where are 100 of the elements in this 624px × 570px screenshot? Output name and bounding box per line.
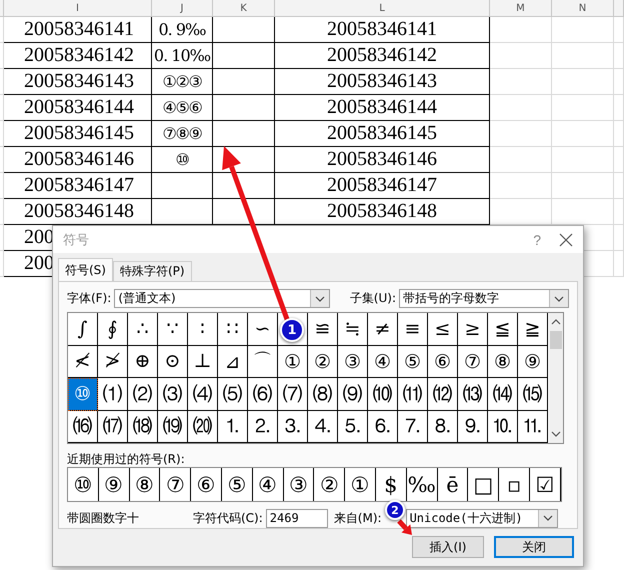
symbol-cell[interactable]: ‰ xyxy=(406,468,438,501)
symbol-cell[interactable]: ∴ xyxy=(128,313,158,346)
table-cell xyxy=(213,173,275,199)
symbol-cell[interactable]: ≤ xyxy=(428,313,458,346)
symbol-cell[interactable]: ⒆ xyxy=(158,410,188,444)
symbol-cell[interactable]: ⑾ xyxy=(398,378,428,411)
symbol-cell[interactable]: ≯ xyxy=(98,346,128,378)
symbol-cell[interactable]: ① xyxy=(345,468,376,501)
dialog-button[interactable]: 插入(I) xyxy=(412,536,484,558)
symbol-cell[interactable]: ⑼ xyxy=(338,378,368,411)
tab[interactable]: 符号(S) xyxy=(58,258,113,281)
symbol-cell[interactable]: ⑶ xyxy=(158,378,188,411)
table-cell: 20058346147 xyxy=(4,173,152,199)
symbol-cell[interactable]: ⊕ xyxy=(128,346,158,378)
symbol-cell[interactable]: ⑿ xyxy=(428,378,458,411)
dropdown[interactable]: (普通文本) xyxy=(114,289,330,308)
symbol-cell[interactable]: ⊥ xyxy=(188,346,218,378)
symbol-cell[interactable]: ② xyxy=(308,346,338,378)
symbol-cell[interactable]: ⒃ xyxy=(68,410,98,444)
symbol-cell[interactable]: ≒ xyxy=(338,313,368,346)
symbol-cell[interactable]: ⊙ xyxy=(158,346,188,378)
symbol-cell[interactable]: ⌒ xyxy=(248,346,278,378)
symbol-cell[interactable]: ⑨ xyxy=(518,346,548,378)
dialog-button[interactable]: 关闭 xyxy=(494,536,574,558)
symbol-cell[interactable]: ⒒ xyxy=(518,410,548,444)
symbol-cell[interactable]: ⒐ xyxy=(458,410,488,444)
symbol-cell[interactable]: ⑻ xyxy=(308,378,338,411)
symbol-cell[interactable]: ⒍ xyxy=(368,410,398,444)
symbol-cell[interactable]: ≡ xyxy=(398,313,428,346)
symbol-cell[interactable]: ⒋ xyxy=(308,410,338,444)
symbol-cell[interactable]: ④ xyxy=(252,468,284,501)
symbol-cell[interactable]: ⒂ xyxy=(518,378,548,411)
symbol-cell[interactable]: ① xyxy=(278,346,308,378)
symbol-cell[interactable]: ⒀ xyxy=(458,378,488,411)
symbol-cell[interactable]: ⑴ xyxy=(98,378,128,411)
symbol-cell[interactable]: ∵ xyxy=(158,313,188,346)
symbol-cell[interactable]: ⑤ xyxy=(398,346,428,378)
symbol-cell[interactable]: ▫ xyxy=(499,468,530,501)
symbol-cell[interactable]: ⑩ xyxy=(68,468,99,501)
symbol-cell[interactable]: ③ xyxy=(284,468,314,501)
input-field[interactable]: 2469 xyxy=(266,508,328,528)
scrollbar[interactable] xyxy=(549,313,563,444)
column-header[interactable]: L xyxy=(275,0,490,17)
symbol-cell[interactable]: ⑽ xyxy=(368,378,398,411)
symbol-cell[interactable]: ③ xyxy=(338,346,368,378)
column-header[interactable]: K xyxy=(213,0,275,17)
symbol-cell[interactable]: ⒏ xyxy=(428,410,458,444)
symbol-cell[interactable]: ≠ xyxy=(368,313,398,346)
symbol-cell[interactable]: ∶ xyxy=(188,313,218,346)
symbol-cell[interactable]: □ xyxy=(468,468,500,501)
symbol-cell[interactable]: ∫ xyxy=(68,313,98,346)
symbol-cell[interactable]: ≌ xyxy=(308,313,338,346)
symbol-cell[interactable]: ⑹ xyxy=(248,378,278,411)
symbol-cell[interactable]: ⒈ xyxy=(218,410,248,444)
symbol-cell[interactable]: ≦ xyxy=(488,313,518,346)
symbol-cell[interactable]: ⑩ xyxy=(68,378,98,411)
help-button[interactable]: ? xyxy=(533,232,541,248)
column-header[interactable]: I xyxy=(4,0,152,17)
column-header[interactable] xyxy=(614,0,624,17)
symbol-cell[interactable]: ≧ xyxy=(518,313,548,346)
symbol-cell[interactable]: ⑸ xyxy=(218,378,248,411)
symbol-cell[interactable]: ⑨ xyxy=(98,468,130,501)
symbol-cell[interactable]: ⒌ xyxy=(338,410,368,444)
symbol-cell[interactable]: ∷ xyxy=(218,313,248,346)
table-cell: ④⑤⑥ xyxy=(152,95,213,121)
symbol-cell[interactable]: ⒄ xyxy=(98,410,128,444)
symbol-cell[interactable]: ⑺ xyxy=(278,378,308,411)
symbol-cell[interactable]: ⑥ xyxy=(191,468,222,501)
column-header[interactable]: M xyxy=(490,0,552,17)
dropdown[interactable]: Unicode(十六进制) xyxy=(406,508,558,528)
symbol-cell[interactable]: ⒎ xyxy=(398,410,428,444)
symbol-cell[interactable]: ⑷ xyxy=(188,378,218,411)
column-header[interactable]: N xyxy=(552,0,614,17)
table-cell xyxy=(490,95,552,121)
symbol-cell[interactable]: ⑦ xyxy=(160,468,192,501)
symbol-cell[interactable]: ē xyxy=(438,468,468,501)
tab[interactable]: 特殊字符(P) xyxy=(112,261,192,281)
symbol-cell[interactable]: ≥ xyxy=(458,313,488,346)
symbol-cell[interactable]: ∮ xyxy=(98,313,128,346)
symbol-cell[interactable]: ⑦ xyxy=(458,346,488,378)
symbol-cell[interactable]: ☑ xyxy=(530,468,561,501)
symbol-cell[interactable]: ④ xyxy=(368,346,398,378)
column-header[interactable]: J xyxy=(152,0,213,17)
symbol-cell[interactable]: ⒊ xyxy=(278,410,308,444)
symbol-cell[interactable]: ∽ xyxy=(248,313,278,346)
symbol-cell[interactable]: ② xyxy=(314,468,346,501)
symbol-cell[interactable]: ⑧ xyxy=(130,468,160,501)
symbol-cell[interactable]: ⊿ xyxy=(218,346,248,378)
symbol-cell[interactable]: ⑧ xyxy=(488,346,518,378)
symbol-cell[interactable]: ⑵ xyxy=(128,378,158,411)
symbol-cell[interactable]: ⒑ xyxy=(488,410,518,444)
symbol-cell[interactable]: ⑤ xyxy=(222,468,253,501)
symbol-cell[interactable]: ⒅ xyxy=(128,410,158,444)
symbol-cell[interactable]: ⒁ xyxy=(488,378,518,411)
dropdown[interactable]: 带括号的字母数字 xyxy=(399,289,569,308)
symbol-cell[interactable]: ⒇ xyxy=(188,410,218,444)
symbol-cell[interactable]: ⑥ xyxy=(428,346,458,378)
scroll-thumb[interactable] xyxy=(550,331,562,350)
symbol-cell[interactable]: ⒉ xyxy=(248,410,278,444)
close-button[interactable] xyxy=(559,232,573,246)
